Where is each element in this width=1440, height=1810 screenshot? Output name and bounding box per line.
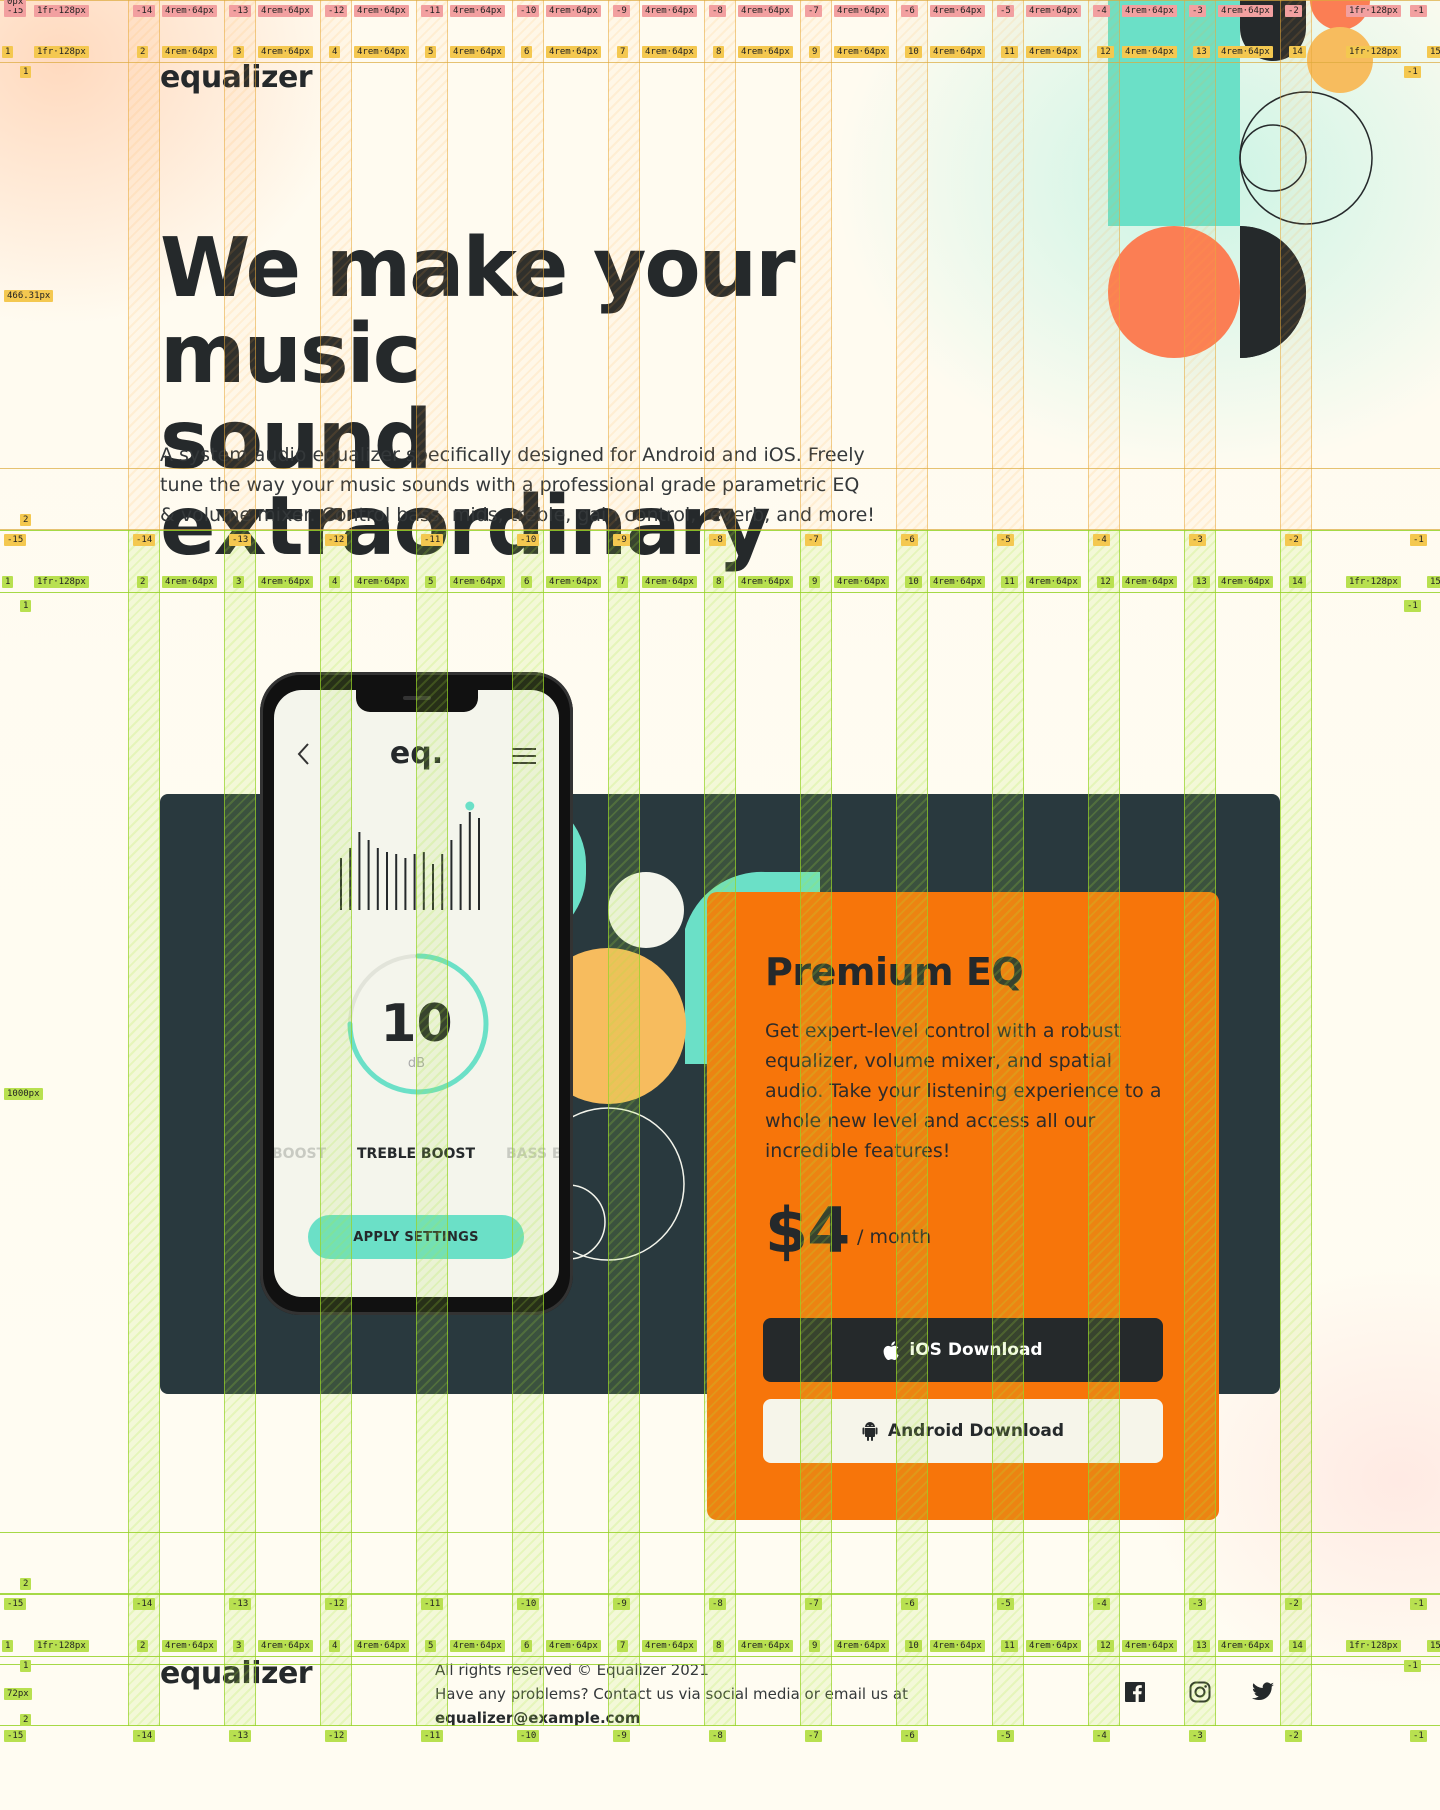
eq-bar-handle xyxy=(465,801,475,811)
android-icon xyxy=(862,1421,878,1441)
android-download-label: Android Download xyxy=(887,1421,1065,1441)
footer-email-link[interactable]: equalizer@example.com xyxy=(435,1709,640,1727)
premium-description: Get expert-level control with a robust e… xyxy=(765,1020,1162,1162)
eq-bar xyxy=(459,824,462,910)
phone-mockup: eq. 10 dB BOOST TREBLE BOOST BASS B APPL… xyxy=(260,672,573,1315)
eq-bar xyxy=(358,832,361,910)
premium-price: $4 xyxy=(765,1194,850,1267)
footer-info: All rights reserved © Equalizer 2021 Hav… xyxy=(435,1658,955,1730)
eq-bar xyxy=(478,818,480,910)
twitter-icon[interactable] xyxy=(1251,1680,1275,1704)
preset-bass-boost[interactable]: BASS B xyxy=(506,1146,559,1162)
mint-block-corner xyxy=(1108,0,1240,226)
eq-bar xyxy=(468,812,471,910)
equalizer-bars xyxy=(340,801,480,910)
hamburger-menu-icon[interactable] xyxy=(512,748,536,769)
ios-download-button[interactable]: iOS Download xyxy=(763,1318,1163,1382)
peach-circle xyxy=(1307,27,1373,93)
dark-half-circle-top xyxy=(1240,0,1306,61)
hero-description: A system audio equalizer specifically de… xyxy=(160,444,875,526)
outline-circle-small xyxy=(1239,124,1307,192)
coral-circle-bottom xyxy=(1108,226,1240,358)
premium-title: Premium EQ xyxy=(765,950,1024,994)
cream-circle xyxy=(608,872,684,948)
instagram-icon[interactable] xyxy=(1188,1680,1212,1704)
premium-period: / month xyxy=(857,1226,932,1248)
footer-logo[interactable]: equalizer xyxy=(160,1656,313,1691)
phone-screen: eq. 10 dB BOOST TREBLE BOOST BASS B APPL… xyxy=(274,690,559,1297)
premium-card: Premium EQ Get expert-level control with… xyxy=(707,892,1219,1520)
header-logo[interactable]: equalizer xyxy=(160,60,313,95)
footer-contact: Have any problems? Contact us via social… xyxy=(435,1685,908,1703)
eq-bar xyxy=(432,864,434,910)
eq-bar xyxy=(367,840,370,910)
footer-copyright: All rights reserved © Equalizer 2021 xyxy=(435,1661,709,1679)
dark-half-circle-bottom-fill xyxy=(1240,226,1306,358)
eq-bar xyxy=(349,848,352,910)
eq-bar xyxy=(404,858,407,910)
eq-bar xyxy=(413,854,416,910)
apple-icon xyxy=(884,1340,900,1360)
eq-bar xyxy=(450,840,453,910)
eq-bar xyxy=(441,854,444,910)
eq-bar xyxy=(386,852,388,910)
apply-settings-button[interactable]: APPLY SETTINGS xyxy=(308,1215,524,1259)
phone-notch xyxy=(356,690,478,712)
android-download-button[interactable]: Android Download xyxy=(763,1399,1163,1463)
hero-decoration xyxy=(1108,0,1373,358)
hero-title-line-1: We make your music xyxy=(160,221,796,402)
eq-bar xyxy=(395,854,398,910)
gain-unit: dB xyxy=(407,1056,426,1071)
preset-boost[interactable]: BOOST xyxy=(274,1146,326,1162)
coral-circle-top xyxy=(1310,0,1370,30)
gain-value: 10 xyxy=(380,994,453,1054)
preset-treble-boost[interactable]: TREBLE BOOST xyxy=(357,1146,475,1162)
eq-bar xyxy=(422,852,425,910)
eq-bar xyxy=(376,848,379,910)
ios-download-label: iOS Download xyxy=(909,1340,1043,1360)
facebook-icon[interactable] xyxy=(1123,1680,1147,1704)
eq-bar xyxy=(340,858,342,910)
